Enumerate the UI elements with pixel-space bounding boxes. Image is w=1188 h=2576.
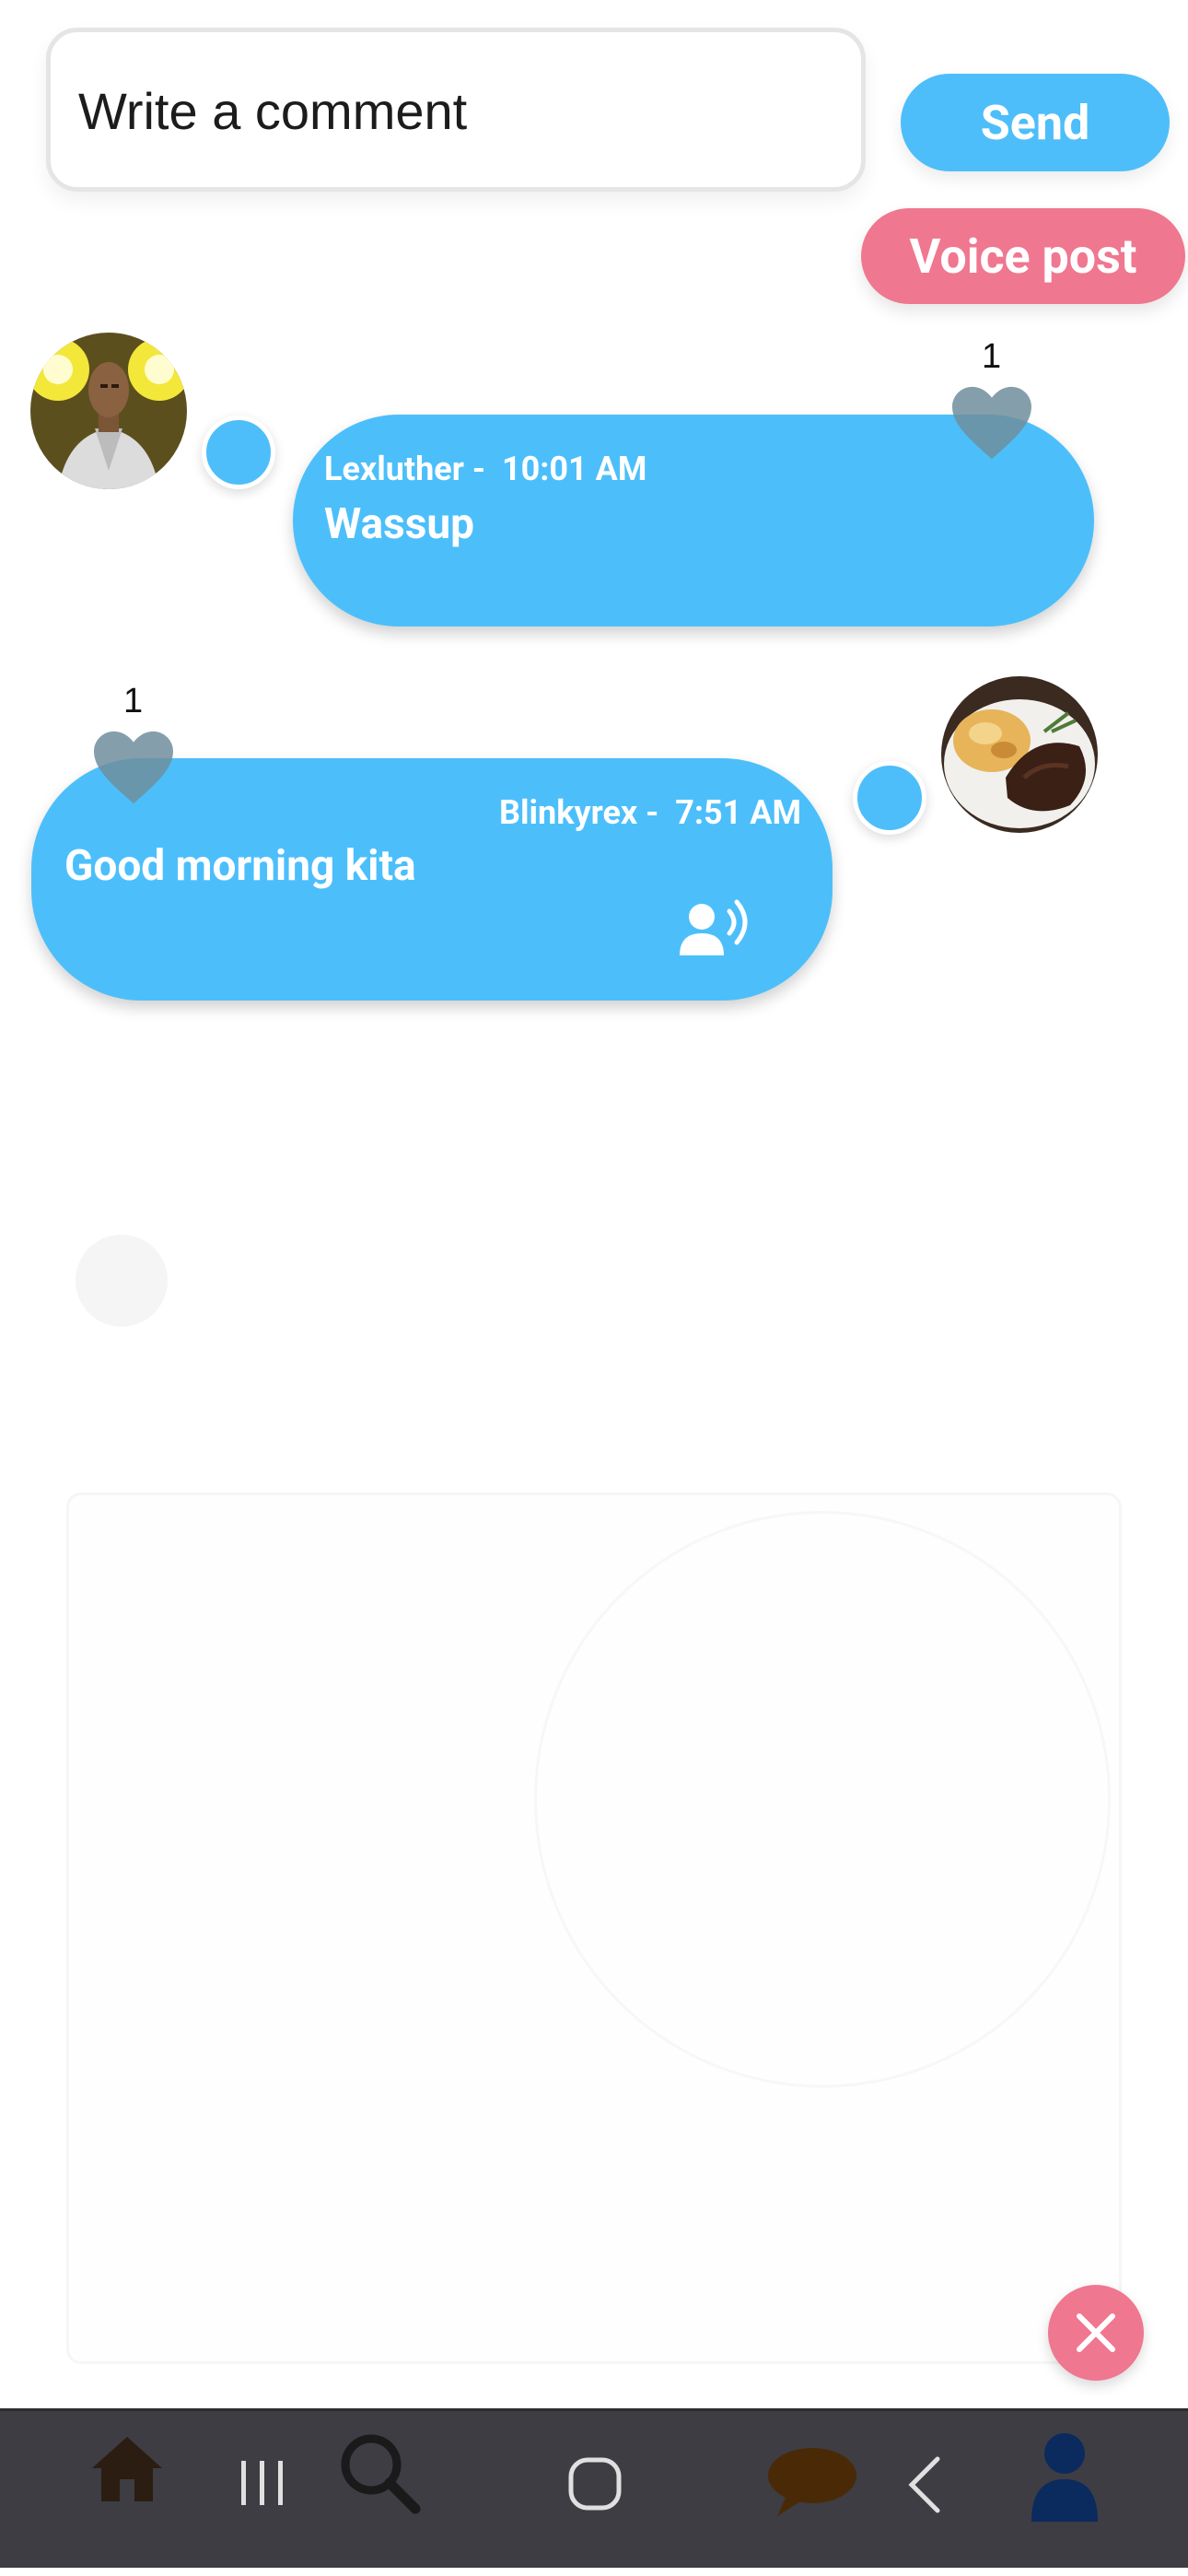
comment-author[interactable]: Lexluther [324, 450, 464, 488]
comment-time: 10:01 AM [501, 450, 647, 488]
send-button[interactable]: Send [901, 74, 1170, 171]
heart-icon[interactable] [90, 728, 177, 807]
comment-text: Wassup [324, 499, 475, 549]
search-icon[interactable] [336, 2430, 421, 2514]
comment-author[interactable]: Blinkyrex [499, 793, 637, 832]
home-icon[interactable] [88, 2433, 166, 2503]
chat-icon[interactable] [766, 2444, 858, 2518]
comment-meta: Blinkyrex - 7:51 AM [499, 793, 801, 832]
like-count: 1 [982, 337, 1002, 376]
comment-input[interactable] [76, 32, 835, 189]
home-button-icon[interactable] [565, 2454, 624, 2513]
recents-icon[interactable] [236, 2457, 289, 2509]
background-decoration [534, 1511, 1111, 2088]
bottom-navigation-bar [0, 2408, 1188, 2568]
avatar-lexluther[interactable] [30, 333, 187, 489]
message-indicator-dot [202, 416, 275, 489]
voice-message-icon[interactable] [678, 898, 753, 959]
background-avatar [76, 1235, 168, 1327]
close-button[interactable] [1048, 2285, 1144, 2381]
comment-input-container [46, 28, 866, 192]
profile-icon[interactable] [1030, 2431, 1100, 2522]
back-icon[interactable] [906, 2455, 943, 2514]
voice-post-button[interactable]: Voice post [861, 208, 1185, 304]
like-count: 1 [123, 682, 144, 720]
message-indicator-dot [853, 761, 926, 835]
avatar-blinkyrex[interactable] [941, 676, 1098, 833]
comment-meta: Lexluther - 10:01 AM [324, 450, 647, 488]
close-icon [1077, 2313, 1115, 2352]
comment-time: 7:51 AM [675, 793, 801, 832]
heart-icon[interactable] [949, 383, 1035, 463]
comment-text: Good morning kita [64, 841, 416, 891]
